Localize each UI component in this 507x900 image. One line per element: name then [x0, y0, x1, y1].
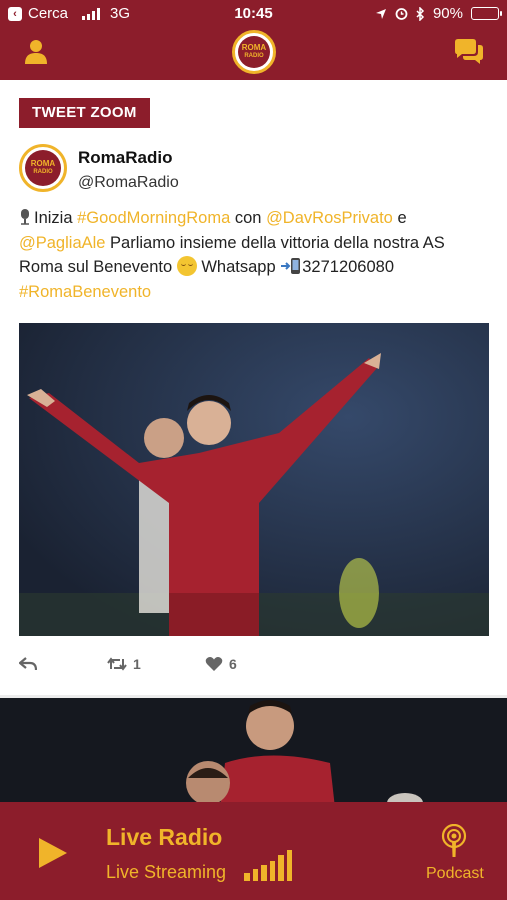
audio-level-icon: [244, 849, 292, 881]
live-streaming-label: Live Streaming: [106, 862, 227, 882]
next-post-image: [0, 698, 507, 802]
like-button[interactable]: 6: [205, 656, 237, 672]
tweet-text-part-5: Whatsapp: [196, 258, 281, 276]
relieved-face-icon: [176, 256, 197, 276]
tweet-actions: 1 6: [19, 656, 489, 680]
tweet-photo-image: [19, 323, 489, 636]
hashtag-romabenevento[interactable]: #RomaBenevento: [19, 283, 151, 301]
heart-icon: [205, 657, 223, 671]
avatar-logo-line-1: ROMA: [30, 159, 56, 168]
microphone-icon: [21, 209, 29, 225]
tweet-text-part-1: Inizia: [34, 209, 78, 227]
avatar-logo-text: ROMA RADIO: [25, 150, 61, 186]
avatar[interactable]: ROMA RADIO: [19, 144, 67, 192]
play-icon[interactable]: [38, 837, 68, 869]
reply-button[interactable]: [19, 656, 37, 672]
battery-icon: [471, 7, 502, 20]
bluetooth-icon: [416, 6, 425, 21]
feed[interactable]: TWEET ZOOM ROMA RADIO RomaRadio @RomaRad…: [0, 80, 507, 802]
retweet-icon: [107, 657, 127, 671]
mention-davrosprivato[interactable]: @DavRosPrivato: [266, 209, 393, 227]
retweet-count: 1: [133, 656, 141, 672]
retweet-button[interactable]: 1: [107, 656, 141, 672]
live-radio-title[interactable]: Live Radio: [106, 824, 222, 851]
like-count: 6: [229, 656, 237, 672]
top-bar: ‹ Cerca 3G 10:45 90% ROMA RADIO: [0, 0, 507, 80]
tweet-text-part-2: con: [230, 209, 267, 227]
status-bar: ‹ Cerca 3G 10:45 90%: [0, 0, 507, 28]
avatar-logo-line-2: RADIO: [33, 169, 53, 175]
hashtag-goodmorningroma[interactable]: #GoodMorningRoma: [77, 209, 230, 227]
tweet-zoom-badge: TWEET ZOOM: [19, 98, 150, 128]
location-icon: [375, 8, 386, 19]
phone-number[interactable]: 3271206080: [302, 258, 394, 276]
phone-arrow-icon: [281, 258, 301, 274]
mention-paglia-ale[interactable]: @PagliaAle: [19, 234, 105, 252]
author-name[interactable]: RomaRadio: [78, 148, 172, 168]
user-icon[interactable]: [22, 38, 50, 66]
tweet-text: Inizia #GoodMorningRoma con @DavRosPriva…: [19, 206, 489, 304]
logo-text: ROMA RADIO: [238, 36, 270, 68]
tweet-text-part-3: e: [392, 209, 407, 227]
chat-icon[interactable]: [453, 38, 485, 66]
podcast-label[interactable]: Podcast: [426, 865, 484, 883]
author-handle[interactable]: @RomaRadio: [78, 174, 179, 192]
player-bar: Live Radio Live Streaming Podcast: [0, 802, 507, 900]
status-right: 90%: [375, 5, 502, 22]
tweet-photo[interactable]: [19, 323, 489, 636]
logo-line-1: ROMA: [241, 43, 267, 52]
alarm-icon: [395, 8, 408, 20]
next-post-photo[interactable]: [0, 698, 507, 802]
roma-radio-logo[interactable]: ROMA RADIO: [232, 30, 276, 74]
podcast-icon[interactable]: [440, 824, 468, 858]
reply-icon: [19, 657, 37, 671]
battery-percent: 90%: [432, 5, 463, 22]
logo-line-2: RADIO: [244, 53, 264, 59]
